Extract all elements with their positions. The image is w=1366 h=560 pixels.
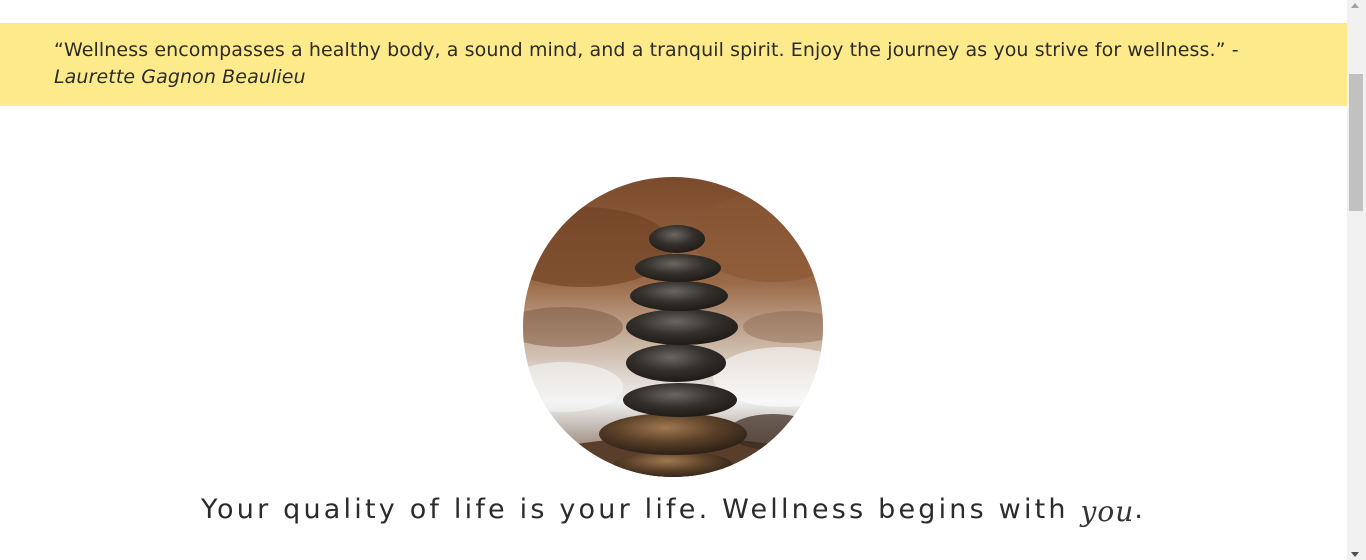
page-viewport: “Wellness encompasses a healthy body, a … (0, 0, 1347, 560)
quote-text: “Wellness encompasses a healthy body, a … (54, 39, 1239, 61)
tagline: Your quality of life is your life. Welln… (0, 492, 1347, 528)
quote-author: Laurette Gagnon Beaulieu (54, 66, 306, 88)
tagline-emphasis: you (1080, 495, 1135, 528)
tagline-text: Your quality of life is your life. Welln… (200, 494, 1069, 525)
quote-block: “Wellness encompasses a healthy body, a … (54, 37, 1304, 91)
scroll-down-arrow-icon[interactable] (1351, 552, 1359, 557)
scrollbar-thumb[interactable] (1349, 74, 1363, 211)
tagline-end: . (1134, 494, 1147, 525)
stacked-stones-image (523, 177, 823, 477)
scroll-up-arrow-icon[interactable] (1351, 3, 1359, 8)
